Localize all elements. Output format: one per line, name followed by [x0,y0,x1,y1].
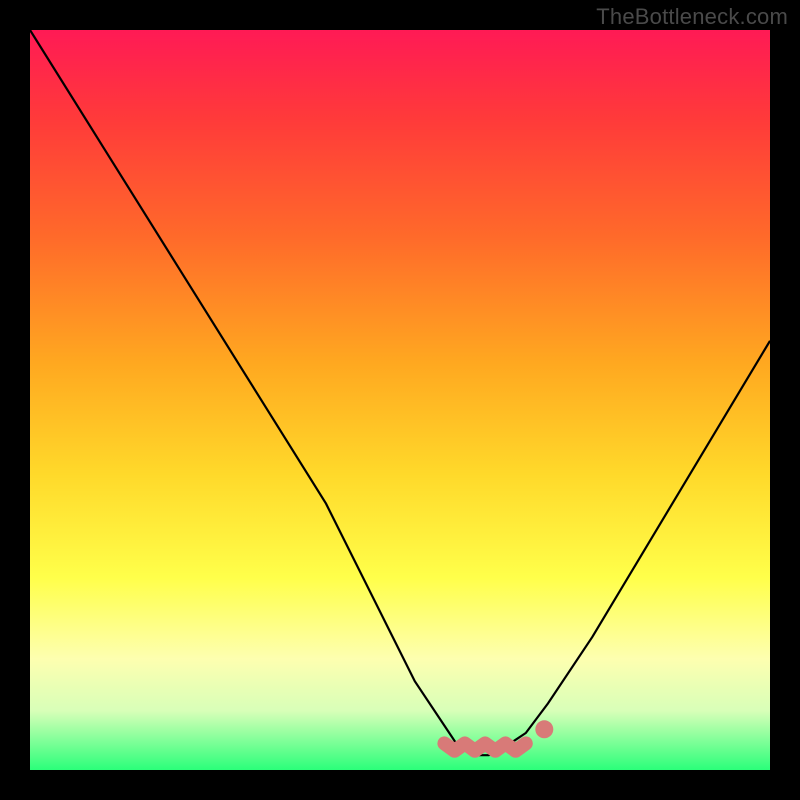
watermark-text: TheBottleneck.com [596,4,788,30]
plot-wrapper [30,30,770,770]
flat-zone-end-dot [535,720,553,738]
chart-frame: TheBottleneck.com [0,0,800,800]
flat-zone-marker [444,743,525,750]
bottleneck-curve-svg [30,30,770,770]
bottleneck-curve-line [30,30,770,755]
